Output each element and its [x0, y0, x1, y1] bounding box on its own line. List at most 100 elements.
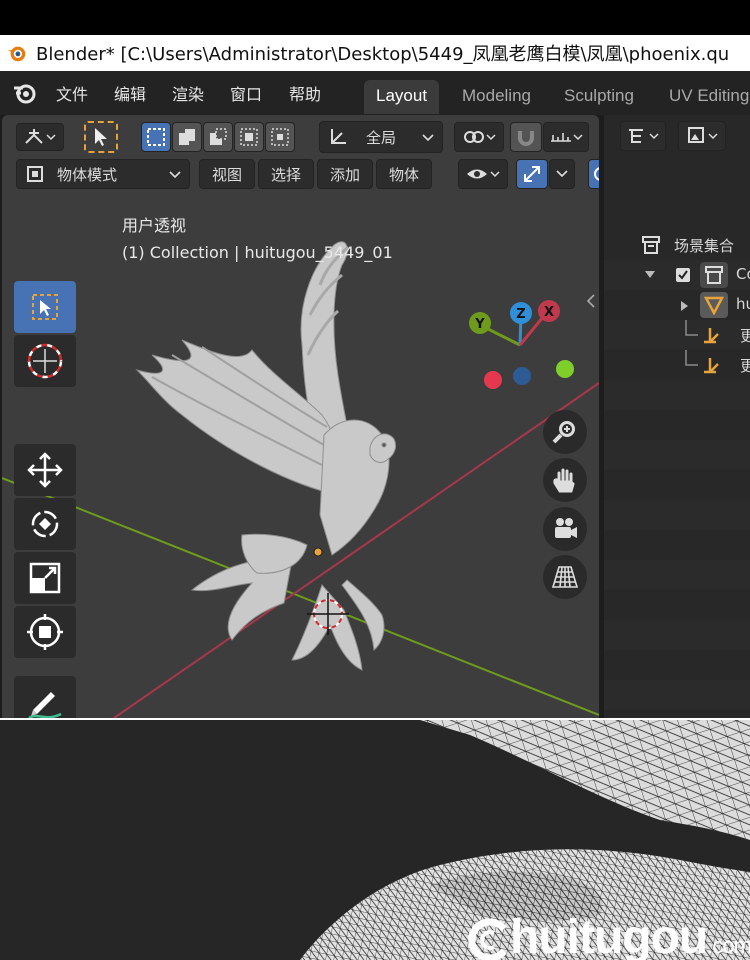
wireframe-closeup: huitugou.com: [0, 720, 750, 960]
zoom-button[interactable]: [543, 410, 587, 454]
menu-view[interactable]: 视图: [199, 159, 255, 189]
expand-down-icon[interactable]: [644, 270, 656, 280]
expand-right-icon[interactable]: [680, 300, 690, 312]
viewport-header: 全局 物体模式 视图 选择 添加 物体: [2, 115, 599, 195]
tool-cursor[interactable]: [14, 335, 76, 387]
image-filter-icon: [688, 127, 718, 143]
hierarchy-line-icon: [685, 320, 719, 344]
tab-uv-editing[interactable]: UV Editing: [657, 80, 750, 114]
menu-window[interactable]: 窗口: [230, 81, 262, 105]
sidebar-toggle-icon[interactable]: [585, 293, 597, 309]
menu-edit[interactable]: 编辑: [114, 81, 146, 105]
3d-cursor-icon: [27, 343, 63, 379]
tool-annotate[interactable]: [14, 676, 76, 718]
cursor-arrow-icon: [95, 128, 107, 146]
select-box-icon: [32, 294, 58, 320]
snap-toggle[interactable]: [510, 122, 542, 152]
window-title-bar: Blender* [C:\Users\Administrator\Desktop…: [0, 35, 750, 71]
menu-render[interactable]: 渲染: [172, 81, 204, 105]
object-mode-label: 物体模式: [57, 165, 118, 184]
outliner-row-blank: [604, 380, 750, 410]
tool-move[interactable]: [14, 444, 76, 496]
tool-select-box[interactable]: [14, 281, 76, 333]
gizmo-toggle[interactable]: [516, 159, 548, 189]
chevron-down-icon: [556, 170, 568, 178]
select-mode-subtract[interactable]: [203, 122, 233, 152]
transform-icon: [27, 614, 63, 650]
outliner-row-blank: [604, 530, 750, 560]
pivot-icon: [25, 129, 56, 144]
tool-rotate[interactable]: [14, 498, 76, 550]
select-invert-icon: [240, 128, 258, 146]
visibility-dropdown[interactable]: [458, 159, 508, 189]
mesh-object-icon: [704, 296, 724, 315]
scene-collection-icon: [642, 236, 660, 254]
tab-layout[interactable]: Layout: [364, 80, 440, 114]
menu-add[interactable]: 添加: [317, 159, 373, 189]
object-mode-icon: [27, 166, 43, 182]
hierarchy-line-icon: [685, 350, 719, 374]
blender-logo-icon: [7, 46, 26, 62]
3d-viewport[interactable]: Y Z X 全局 物体模式 视图 选择 添加 物体 用户透视 (1) Colle…: [2, 115, 599, 718]
transform-orientation-dropdown[interactable]: 全局: [319, 121, 443, 153]
watermark-c-icon: [468, 918, 507, 960]
outliner-row-blank: [604, 500, 750, 530]
checkbox-checked-icon[interactable]: [675, 267, 691, 283]
snap-increment-icon: [551, 133, 583, 142]
tool-transform[interactable]: [14, 606, 76, 658]
outliner-scene-label: 场景集合: [674, 237, 735, 255]
camera-view-button[interactable]: [543, 507, 587, 551]
outliner-row-empty-1[interactable]: 更: [604, 320, 750, 350]
snap-target-dropdown[interactable]: [543, 122, 589, 152]
outliner-empty-2-label: 更: [740, 357, 750, 375]
pencil-icon: [28, 692, 62, 718]
outliner-row-blank: [604, 410, 750, 440]
select-mode-extend[interactable]: [172, 122, 202, 152]
blender-app: 文件 编辑 渲染 窗口 帮助 Layout Modeling Sculpting…: [0, 71, 750, 718]
outliner-row-blank: [604, 440, 750, 470]
menu-help[interactable]: 帮助: [289, 81, 321, 105]
watermark-text: huitugou: [510, 911, 708, 960]
gizmo-arrows-icon: [524, 166, 540, 182]
outliner-row-mesh[interactable]: hu: [604, 290, 750, 320]
menu-select[interactable]: 选择: [258, 159, 314, 189]
hand-icon: [553, 468, 575, 493]
tab-sculpting[interactable]: Sculpting: [552, 80, 646, 114]
outliner-display-mode-dropdown[interactable]: [620, 121, 666, 151]
chevron-down-icon: [169, 171, 181, 179]
outliner-mesh-label: hu: [736, 295, 750, 313]
move-icon: [27, 452, 63, 488]
outliner-row-scene[interactable]: 场景集合: [604, 230, 750, 260]
transform-pivot-dropdown[interactable]: [16, 123, 64, 151]
select-intersect-icon: [271, 128, 289, 146]
y-axis-line: [2, 477, 599, 716]
outliner-filter-dropdown[interactable]: [678, 121, 726, 151]
select-extend-icon: [179, 129, 195, 145]
menu-object[interactable]: 物体: [376, 159, 432, 189]
orientation-icon: [331, 129, 346, 144]
select-mode-intersect[interactable]: [265, 122, 295, 152]
perspective-toggle-button[interactable]: [543, 555, 587, 599]
collection-info-label: (1) Collection | huitugou_5449_01: [122, 243, 393, 262]
outliner-row-blank: [604, 560, 750, 590]
select-mode-invert[interactable]: [234, 122, 264, 152]
tool-scale[interactable]: [14, 552, 76, 604]
blender-menu-icon[interactable]: [12, 80, 38, 106]
menu-file[interactable]: 文件: [56, 81, 88, 105]
select-tool-button[interactable]: [84, 121, 118, 153]
overlays-toggle[interactable]: [588, 159, 599, 189]
orientation-label: 全局: [366, 128, 397, 147]
pivot-point-dropdown[interactable]: [454, 122, 504, 152]
mesh-icon-box: [700, 292, 728, 318]
viewport-scene: Y Z X: [2, 241, 599, 718]
eye-icon: [467, 169, 500, 179]
pan-button[interactable]: [543, 458, 587, 502]
gizmo-options-dropdown[interactable]: [549, 159, 575, 189]
outliner-row-collection[interactable]: Co: [604, 260, 750, 290]
outliner-row-empty-2[interactable]: 更: [604, 350, 750, 380]
window-title-text: Blender* [C:\Users\Administrator\Desktop…: [36, 44, 730, 65]
tab-modeling[interactable]: Modeling: [450, 80, 543, 114]
object-mode-dropdown[interactable]: 物体模式: [16, 159, 190, 189]
overlay-icon: [594, 167, 599, 181]
select-mode-new[interactable]: [141, 122, 171, 152]
